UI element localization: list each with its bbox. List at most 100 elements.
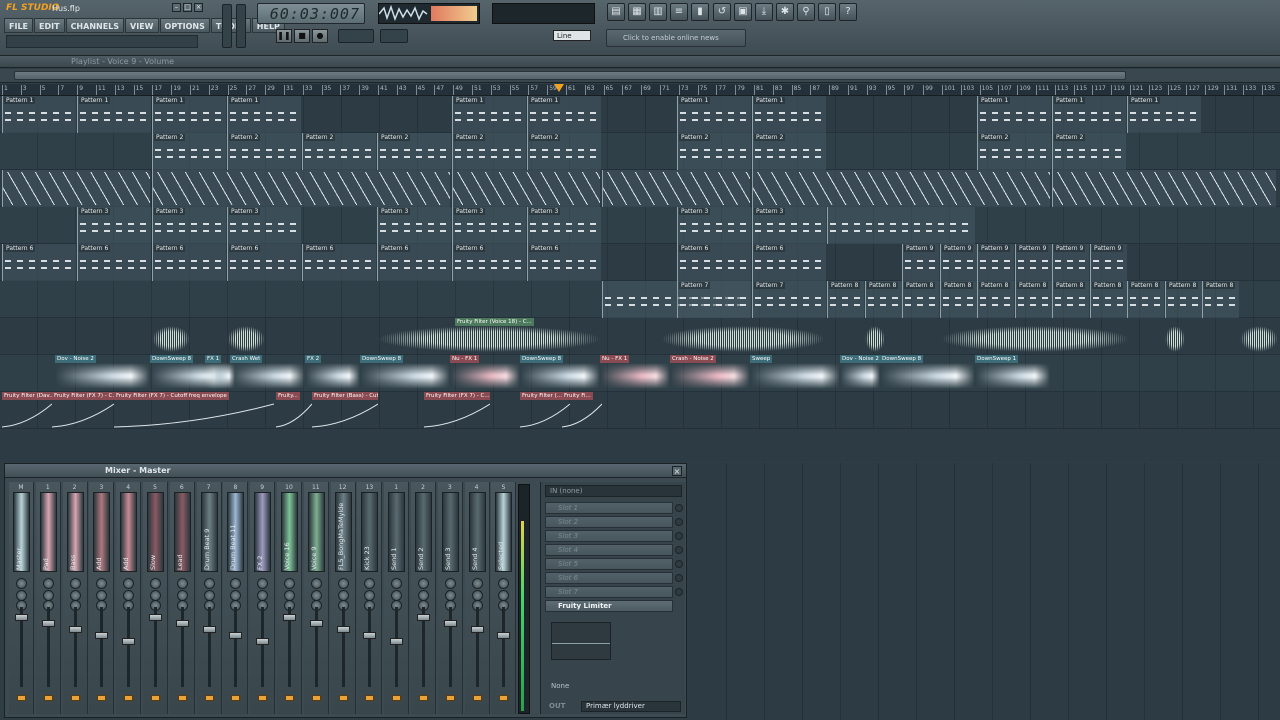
pattern-clip[interactable]: Pattern 6 — [152, 244, 226, 281]
automation-clip[interactable]: Fruity Fi... — [562, 392, 602, 429]
mixer-strip[interactable]: 1 Send 1 — [384, 482, 410, 714]
undo-icon[interactable]: ↺ — [713, 3, 731, 21]
mixer-strip[interactable]: 3 Add — [89, 482, 115, 714]
mixer-strip[interactable]: 8 Drum Beat 11 — [223, 482, 249, 714]
pattern-clip[interactable]: Pattern 3 — [227, 207, 301, 244]
volume-fader[interactable] — [149, 614, 162, 621]
pattern-clip[interactable]: Pattern 1 — [527, 96, 601, 133]
mixer-strip-led[interactable] — [419, 695, 428, 701]
pattern-clip[interactable]: Pattern 2 — [1052, 133, 1126, 170]
mixer-strip[interactable]: 5 Slow — [143, 482, 168, 714]
volume-fader[interactable] — [229, 632, 243, 639]
pattern-clip[interactable]: Pattern 3 — [752, 207, 826, 244]
mixer-titlebar[interactable]: Mixer - Master × — [5, 464, 686, 478]
menu-file[interactable]: FILE — [4, 18, 34, 33]
pattern-clip[interactable]: Pattern 3 — [77, 207, 151, 244]
audio-clip[interactable]: Nu - FX 1 — [600, 355, 670, 392]
mixer-strip-led[interactable] — [338, 695, 348, 701]
pattern-clip[interactable]: Pattern 8 — [1165, 281, 1202, 318]
plugin-picker-icon[interactable]: ⚲ — [797, 3, 815, 21]
menu-options[interactable]: OPTIONS — [159, 18, 210, 33]
close-icon[interactable]: × — [194, 3, 203, 12]
pattern-clip[interactable]: Pattern 9 — [977, 244, 1014, 281]
effect-slot[interactable]: Slot 1 — [545, 502, 673, 514]
audio-clip[interactable] — [1240, 318, 1278, 355]
pattern-clip[interactable]: Pattern 6 — [227, 244, 301, 281]
audio-clip[interactable]: Fruity Filter (Voice 18) - C... — [377, 318, 602, 355]
pan-knob-icon[interactable] — [69, 578, 81, 589]
slot-enable-icon[interactable] — [675, 546, 683, 554]
pattern-clip[interactable]: Pattern 7 — [752, 281, 826, 318]
step-sequencer-icon[interactable]: ▦ — [628, 3, 646, 21]
mixer-strip-led[interactable] — [231, 695, 241, 701]
pattern-clip[interactable]: Pattern 6 — [752, 244, 826, 281]
automation-clip[interactable]: Fruity Filter (FX 7) - C... — [52, 392, 114, 429]
pan-knob-icon[interactable] — [150, 578, 161, 589]
audio-clip[interactable]: Crash - Noise 2 — [670, 355, 750, 392]
playlist-tracks[interactable]: Pattern 1 Pattern 1 Pattern 1 Pattern 1 Patt… — [0, 96, 1280, 462]
audio-clip[interactable] — [227, 318, 265, 355]
pattern-clip[interactable]: Pattern 3 — [152, 207, 226, 244]
audio-clip[interactable]: DownSweep 8 — [520, 355, 600, 392]
mixer-strip-led[interactable] — [70, 695, 80, 701]
pattern-clip[interactable]: Pattern 9 — [940, 244, 977, 281]
mixer-strip[interactable]: 3 Send 3 — [437, 482, 463, 714]
audio-clip[interactable]: Nu - FX 1 — [450, 355, 520, 392]
menu-view[interactable]: VIEW — [125, 18, 159, 33]
mixer-strip[interactable]: 1 Pad — [35, 482, 61, 714]
automation-clip[interactable]: Fruity... — [276, 392, 312, 429]
pattern-clip[interactable]: Pattern 6 — [2, 244, 76, 281]
pattern-clip[interactable]: Pattern 2 — [452, 133, 526, 170]
pattern-clip[interactable] — [827, 207, 975, 244]
pattern-clip[interactable]: Pattern 3 — [377, 207, 451, 244]
pattern-clip[interactable]: Pattern 8 — [902, 281, 939, 318]
effect-slot[interactable]: Slot 3 — [545, 530, 673, 542]
audio-clip[interactable]: Dov - Noise 2 — [55, 355, 150, 392]
pattern-clip[interactable]: Pattern 8 — [827, 281, 864, 318]
settings-icon[interactable]: ✱ — [776, 3, 794, 21]
mixer-strip[interactable]: 2 Bass — [62, 482, 88, 714]
volume-fader[interactable] — [202, 626, 216, 633]
volume-fader[interactable] — [122, 638, 136, 645]
pan-knob-icon[interactable] — [16, 578, 27, 589]
pattern-clip[interactable] — [752, 170, 1050, 207]
automation-clip[interactable]: Fruity Filter (FX 7) - Cutoff freq envel… — [114, 392, 274, 429]
pattern-clip[interactable]: Pattern 2 — [302, 133, 376, 170]
audio-clip[interactable]: Dov - Noise 2 — [840, 355, 880, 392]
play-pause-button[interactable]: ❚❚ — [276, 29, 292, 43]
pattern-clip[interactable]: Pattern 6 — [677, 244, 751, 281]
mixer-strip-led[interactable] — [43, 695, 53, 701]
pattern-clip[interactable]: Pattern 2 — [677, 133, 751, 170]
audio-clip[interactable]: Crash Wet — [230, 355, 305, 392]
effect-slot[interactable]: Slot 6 — [545, 572, 673, 584]
pan-knob-icon[interactable] — [310, 578, 322, 589]
pattern-clip[interactable]: Pattern 1 — [2, 96, 76, 133]
pattern-clip[interactable]: Pattern 2 — [527, 133, 601, 170]
audio-clip[interactable] — [865, 318, 885, 355]
audio-clip[interactable]: Sweep — [750, 355, 840, 392]
pattern-clip[interactable]: Pattern 1 — [1127, 96, 1201, 133]
volume-fader[interactable] — [497, 632, 511, 639]
timeline-ruler[interactable]: 1 3 5 7 9 11 13 15 17 19 21 23 25 27 29 31 33 35 37 39 41 43 4… — [0, 84, 1280, 96]
volume-fader[interactable] — [417, 614, 430, 621]
pattern-clip[interactable]: Pattern 6 — [77, 244, 151, 281]
mixer-strip-led[interactable] — [285, 695, 294, 701]
pan-knob-icon[interactable] — [471, 578, 483, 589]
mixer-strip-led[interactable] — [124, 695, 134, 701]
pattern-clip[interactable] — [1052, 170, 1276, 207]
playlist-icon[interactable]: ▤ — [607, 3, 625, 21]
pattern-clip[interactable]: Pattern 8 — [940, 281, 977, 318]
effect-slot[interactable]: Slot 4 — [545, 544, 673, 556]
pattern-clip[interactable]: Pattern 3 — [527, 207, 601, 244]
pattern-clip[interactable]: Pattern 9 — [1090, 244, 1127, 281]
pattern-clip[interactable]: Pattern 9 — [1052, 244, 1089, 281]
mixer-strip[interactable]: 4 Add — [116, 482, 142, 714]
pan-knob-icon[interactable] — [96, 578, 108, 589]
volume-fader[interactable] — [68, 626, 82, 633]
mixer-icon[interactable]: ▮ — [691, 3, 709, 21]
piano-roll-icon[interactable]: ▥ — [649, 3, 667, 21]
pattern-clip[interactable]: Pattern 6 — [377, 244, 451, 281]
mixer-strip-led[interactable] — [177, 695, 187, 701]
audio-clip[interactable] — [152, 318, 190, 355]
menu-channels[interactable]: CHANNELS — [65, 18, 125, 33]
